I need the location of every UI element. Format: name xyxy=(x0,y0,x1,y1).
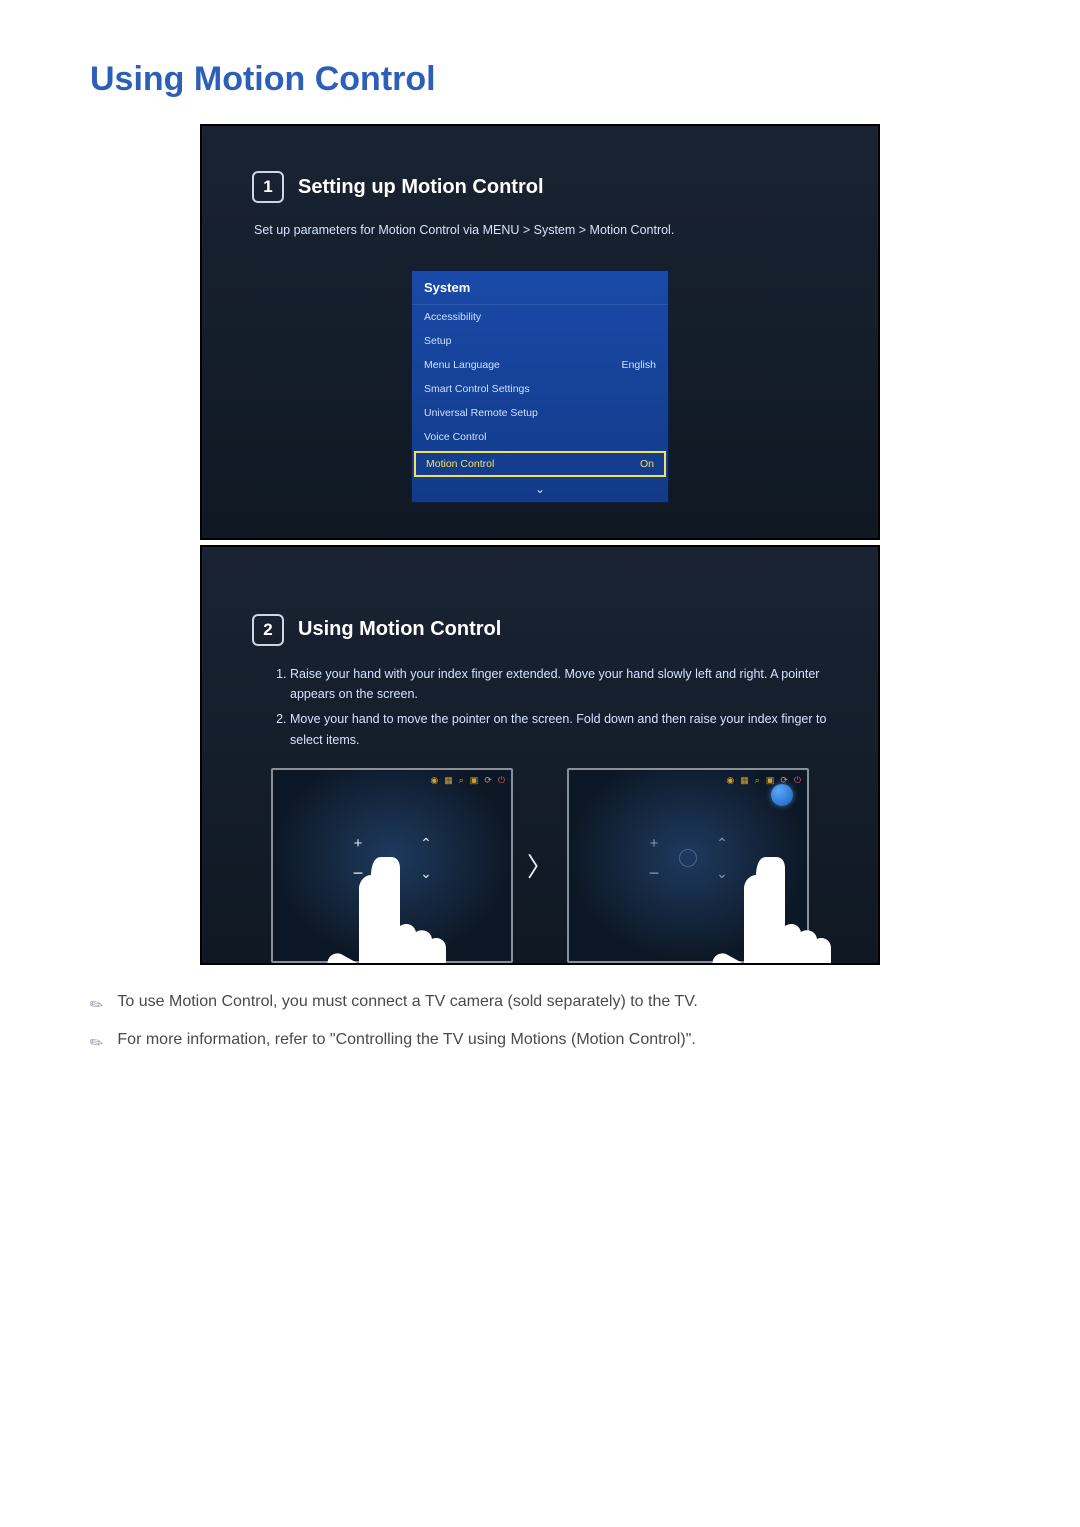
menu-item-label: Universal Remote Setup xyxy=(424,407,538,419)
step-header-1: 1 Setting up Motion Control xyxy=(252,171,828,203)
note-row: ✎ For more information, refer to "Contro… xyxy=(90,1031,990,1053)
step-badge-2: 2 xyxy=(252,614,284,646)
tv-icon: ⌕ xyxy=(755,775,760,786)
step-badge-1: 1 xyxy=(252,171,284,203)
step-list-item: Raise your hand with your index finger e… xyxy=(290,664,828,705)
power-icon: ⏻ xyxy=(498,775,505,786)
tv-screen-right: ◉ ▦ ⌕ ▣ ⟳ ⏻ + − ⌃ ⌄ xyxy=(567,768,809,963)
tv-top-icons: ◉ ▦ ⌕ ▣ ⟳ ⏻ xyxy=(726,775,801,786)
tv-icon: ⟳ xyxy=(484,775,492,786)
tv-icon: ▣ xyxy=(470,775,479,786)
pointer-ghost-icon xyxy=(679,849,697,867)
arrow-right-icon: 〉 xyxy=(527,847,553,884)
menu-item-label: Accessibility xyxy=(424,311,481,323)
note-row: ✎ To use Motion Control, you must connec… xyxy=(90,993,990,1015)
chevron-down-icon[interactable]: ⌄ xyxy=(412,479,668,502)
menu-item-label: Motion Control xyxy=(426,458,494,470)
tv-screen-left: ◉ ▦ ⌕ ▣ ⟳ ⏻ + − ⌃ ⌄ xyxy=(271,768,513,963)
step-list-item: Move your hand to move the pointer on th… xyxy=(290,709,828,750)
volume-up-icon: + xyxy=(354,835,363,852)
panel-setting-up: 1 Setting up Motion Control Set up param… xyxy=(200,124,880,540)
tv-icon: ◉ xyxy=(726,775,734,786)
volume-up-icon: + xyxy=(650,835,659,852)
system-menu: System Accessibility Setup Menu Language… xyxy=(411,270,669,503)
panel-using: 2 Using Motion Control Raise your hand w… xyxy=(200,545,880,965)
menu-item-label: Menu Language xyxy=(424,359,500,371)
menu-item-label: Voice Control xyxy=(424,431,486,443)
page-title: Using Motion Control xyxy=(90,60,990,99)
tv-icon: ⌕ xyxy=(459,775,464,786)
menu-item-setup[interactable]: Setup xyxy=(412,329,668,353)
tv-icon: ◉ xyxy=(430,775,438,786)
menu-item-accessibility[interactable]: Accessibility xyxy=(412,305,668,329)
step-title-1: Setting up Motion Control xyxy=(298,176,544,199)
power-icon: ⏻ xyxy=(794,775,801,786)
menu-item-motion-control[interactable]: Motion Control On xyxy=(414,451,666,477)
tv-top-icons: ◉ ▦ ⌕ ▣ ⟳ ⏻ xyxy=(430,775,505,786)
chevron-up-icon: ⌃ xyxy=(716,835,728,852)
volume-down-icon: − xyxy=(649,863,660,884)
volume-down-icon: − xyxy=(353,863,364,884)
pencil-icon: ✎ xyxy=(85,993,107,1017)
step-desc-1: Set up parameters for Motion Control via… xyxy=(254,221,828,240)
chevron-down-icon: ⌄ xyxy=(716,865,728,882)
tv-icon: ▦ xyxy=(740,775,749,786)
note-text: For more information, refer to "Controll… xyxy=(117,1031,695,1049)
step-list: Raise your hand with your index finger e… xyxy=(272,664,828,751)
menu-item-voice-control[interactable]: Voice Control xyxy=(412,425,668,449)
menu-item-label: Setup xyxy=(424,335,451,347)
menu-item-value: On xyxy=(640,458,654,470)
notes-section: ✎ To use Motion Control, you must connec… xyxy=(90,993,990,1053)
menu-item-label: Smart Control Settings xyxy=(424,383,530,395)
menu-item-universal-remote[interactable]: Universal Remote Setup xyxy=(412,401,668,425)
tv-controls: + − ⌃ ⌄ xyxy=(345,830,439,886)
tv-controls: + − ⌃ ⌄ xyxy=(641,830,735,886)
step-header-2: 2 Using Motion Control xyxy=(252,614,828,646)
pointer-icon xyxy=(771,784,793,806)
chevron-down-icon: ⌄ xyxy=(420,865,432,882)
menu-title: System xyxy=(412,271,668,305)
chevron-up-icon: ⌃ xyxy=(420,835,432,852)
step-title-2: Using Motion Control xyxy=(298,618,501,641)
menu-item-smart-control[interactable]: Smart Control Settings xyxy=(412,377,668,401)
tv-icon: ▦ xyxy=(444,775,453,786)
demo-row: ◉ ▦ ⌕ ▣ ⟳ ⏻ + − ⌃ ⌄ 〉 xyxy=(252,768,828,963)
tv-icon: ▣ xyxy=(766,775,775,786)
menu-item-language[interactable]: Menu Language English xyxy=(412,353,668,377)
menu-item-value: English xyxy=(622,359,656,371)
note-text: To use Motion Control, you must connect … xyxy=(117,993,697,1011)
pencil-icon: ✎ xyxy=(85,1031,107,1055)
